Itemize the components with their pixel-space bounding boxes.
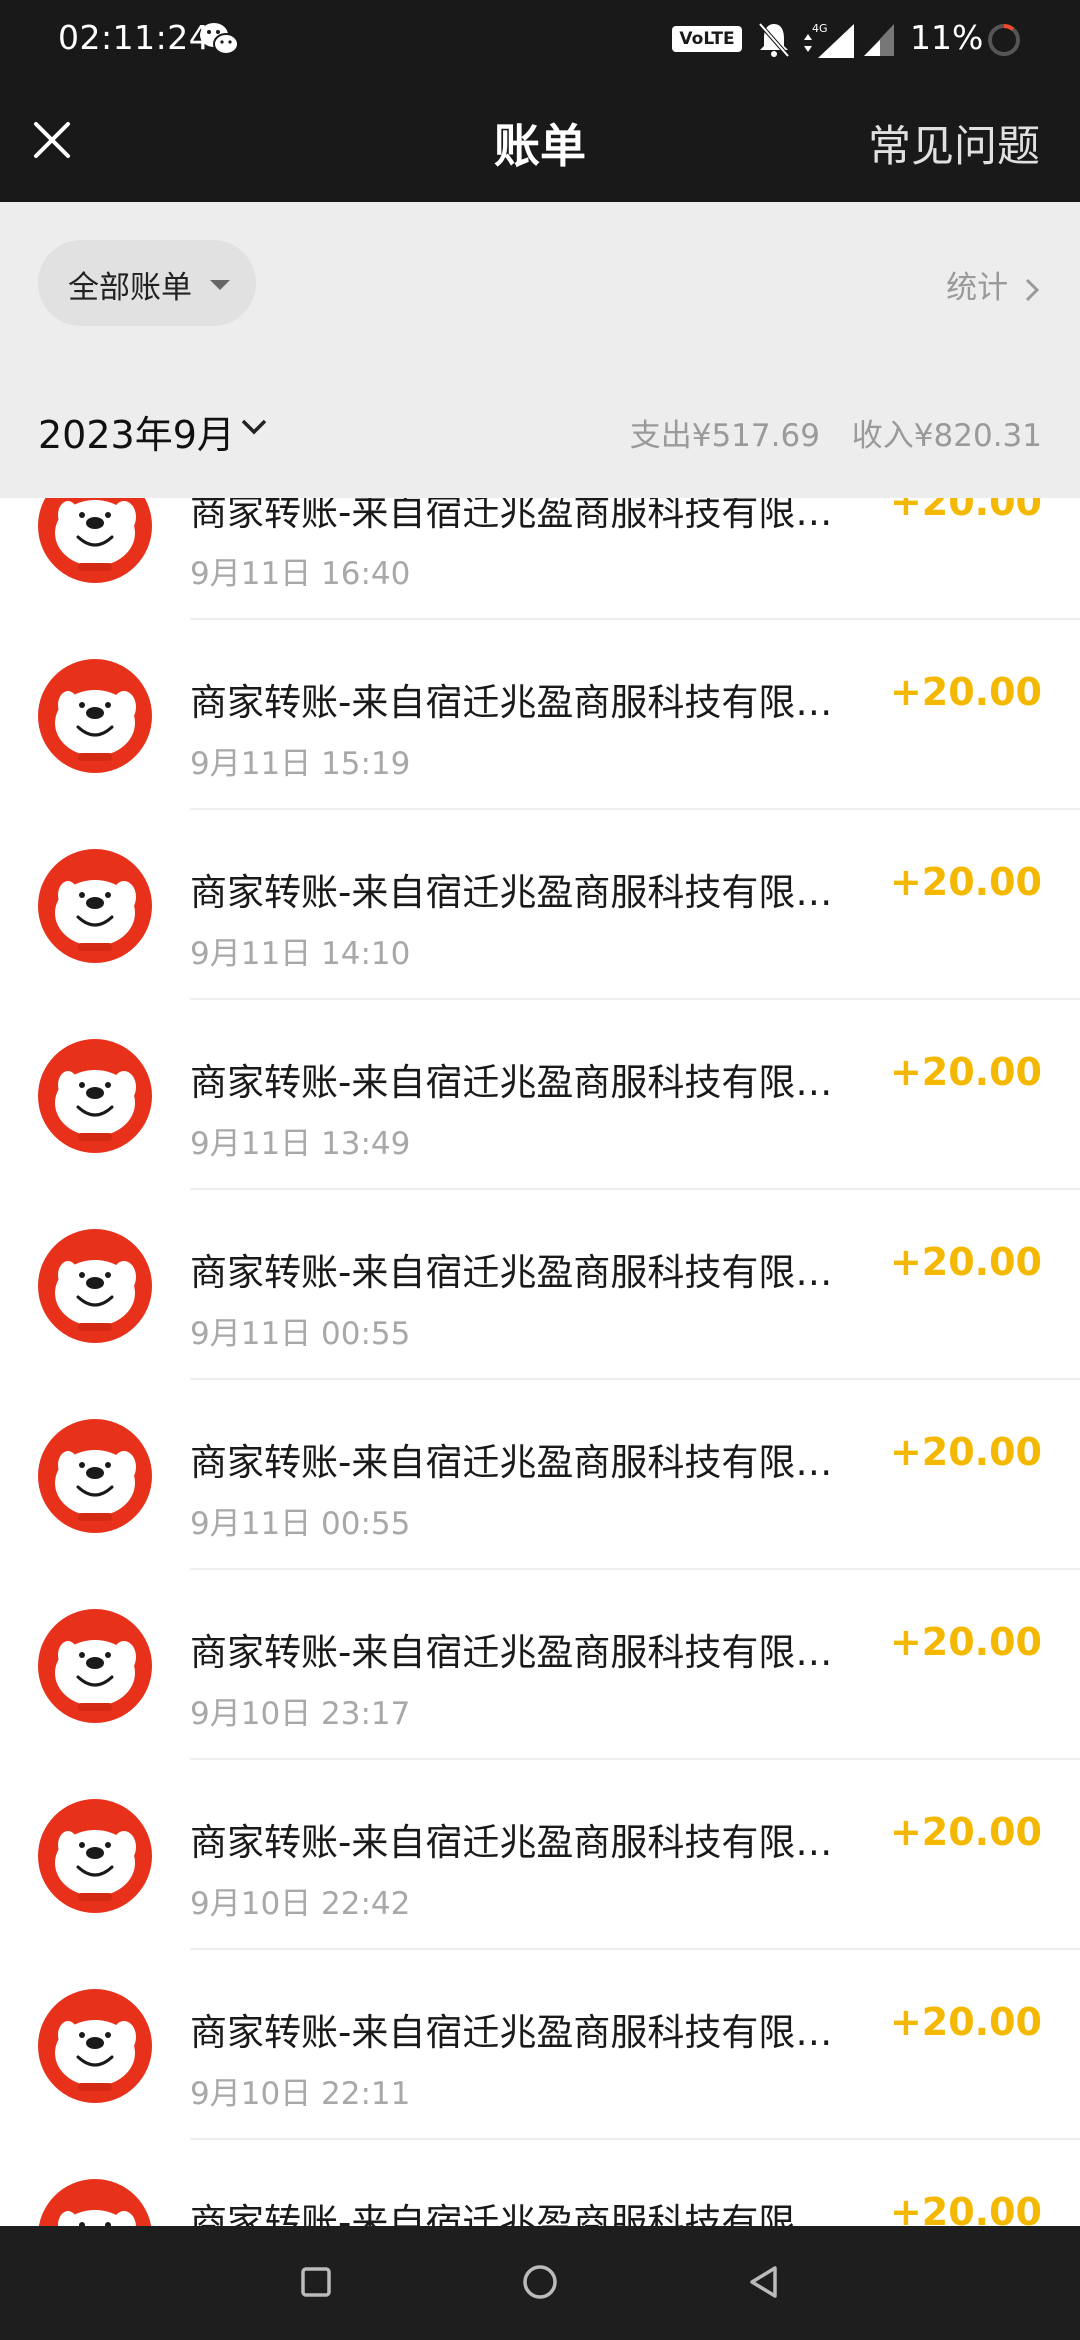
month-picker[interactable]: 2023年9月 (38, 404, 235, 459)
status-time: 02:11:24 (58, 18, 211, 57)
merchant-avatar-icon (38, 1989, 152, 2103)
transaction-row[interactable]: 商家转账-来自宿迁兆盈商服科技有限公司 9月11日 00:55 +20.00 (0, 1380, 1080, 1570)
transaction-row[interactable]: 商家转账-来自宿迁兆盈商服科技有限公司 9月11日 15:19 +20.00 (0, 620, 1080, 810)
signal-icon (864, 24, 894, 56)
header: 账单 常见问题 (0, 80, 1080, 202)
chevron-right-icon (1025, 278, 1040, 301)
merchant-avatar-icon (38, 849, 152, 963)
battery-percent: 11% (910, 18, 984, 57)
transaction-amount: +20.00 (889, 1430, 1042, 1474)
status-bar: 02:11:24 VoLTE 1 4G 11% (0, 0, 1080, 80)
faq-link[interactable]: 常见问题 (868, 112, 1040, 174)
volte-badge: VoLTE 1 (672, 26, 742, 75)
transaction-time: 9月11日 16:40 (190, 556, 411, 592)
transaction-time: 9月10日 23:17 (190, 1696, 411, 1732)
transaction-row[interactable]: 商家转账-来自宿迁兆盈商服科技有限公司 9月10日 22:42 +20.00 (0, 1760, 1080, 1950)
signal-4g-icon: 4G (804, 22, 854, 58)
merchant-avatar-icon (38, 2179, 152, 2226)
transaction-amount: +20.00 (889, 1810, 1042, 1854)
transaction-amount: +20.00 (889, 498, 1042, 524)
transaction-time: 9月11日 14:10 (190, 936, 411, 972)
filter-bar: 全部账单 统计 (0, 202, 1080, 364)
merchant-avatar-icon (38, 1419, 152, 1533)
bill-type-label: 全部账单 (68, 270, 192, 306)
transaction-title: 商家转账-来自宿迁兆盈商服科技有限公司 (190, 1441, 858, 1484)
transaction-title: 商家转账-来自宿迁兆盈商服科技有限公司 (190, 2011, 858, 2054)
transaction-amount: +20.00 (889, 1240, 1042, 1284)
transaction-amount: +20.00 (889, 860, 1042, 904)
income-total: 收入¥820.31 (851, 418, 1042, 454)
transaction-amount: +20.00 (889, 1050, 1042, 1094)
expense-total: 支出¥517.69 (629, 418, 820, 454)
merchant-avatar-icon (38, 1039, 152, 1153)
transaction-title: 商家转账-来自宿迁兆盈商服科技有限公司 (190, 681, 858, 724)
merchant-avatar-icon (38, 1799, 152, 1913)
transaction-amount: +20.00 (889, 1620, 1042, 1664)
network-label: 4G (812, 22, 828, 35)
back-triangle-icon[interactable] (738, 2256, 790, 2308)
transaction-list[interactable]: 商家转账-来自宿迁兆盈商服科技有限公司 9月11日 16:40 +20.00 商家转账… (0, 498, 1080, 2226)
transaction-time: 9月10日 22:11 (190, 2076, 411, 2112)
transaction-time: 9月11日 13:49 (190, 1126, 411, 1162)
merchant-avatar-icon (38, 498, 152, 583)
transaction-time: 9月11日 00:55 (190, 1506, 411, 1542)
transaction-row[interactable]: 商家转账-来自宿迁兆盈商服科技有限公司 9月11日 16:40 +20.00 (0, 498, 1080, 620)
merchant-avatar-icon (38, 659, 152, 773)
transaction-time: 9月10日 22:42 (190, 1886, 411, 1922)
transaction-row[interactable]: 商家转账-来自宿迁兆盈商服科技有限公司 +20.00 (0, 2140, 1080, 2226)
home-circle-icon[interactable] (514, 2256, 566, 2308)
transaction-row[interactable]: 商家转账-来自宿迁兆盈商服科技有限公司 9月11日 13:49 +20.00 (0, 1000, 1080, 1190)
transaction-title: 商家转账-来自宿迁兆盈商服科技有限公司 (190, 871, 858, 914)
transaction-amount: +20.00 (889, 670, 1042, 714)
transaction-time: 9月11日 15:19 (190, 746, 411, 782)
transaction-title: 商家转账-来自宿迁兆盈商服科技有限公司 (190, 498, 858, 534)
stats-link[interactable]: 统计 (946, 262, 1040, 307)
stats-label: 统计 (946, 270, 1009, 306)
transaction-row[interactable]: 商家转账-来自宿迁兆盈商服科技有限公司 9月11日 14:10 +20.00 (0, 810, 1080, 1000)
transaction-title: 商家转账-来自宿迁兆盈商服科技有限公司 (190, 1251, 858, 1294)
merchant-avatar-icon (38, 1609, 152, 1723)
transaction-row[interactable]: 商家转账-来自宿迁兆盈商服科技有限公司 9月10日 23:17 +20.00 (0, 1570, 1080, 1760)
transaction-amount: +20.00 (889, 2190, 1042, 2226)
transaction-row[interactable]: 商家转账-来自宿迁兆盈商服科技有限公司 9月10日 22:11 +20.00 (0, 1950, 1080, 2140)
transaction-title: 商家转账-来自宿迁兆盈商服科技有限公司 (190, 1631, 858, 1674)
chevron-down-icon[interactable] (240, 418, 268, 436)
transaction-time: 9月11日 00:55 (190, 1316, 411, 1352)
transaction-title: 商家转账-来自宿迁兆盈商服科技有限公司 (190, 1821, 858, 1864)
month-bar: 2023年9月 支出¥517.69 收入¥820.31 (0, 364, 1080, 498)
recents-square-icon[interactable] (290, 2256, 342, 2308)
bill-type-filter[interactable]: 全部账单 (38, 240, 256, 326)
system-navigation-bar (0, 2226, 1080, 2340)
battery-ring-icon (988, 24, 1020, 56)
transaction-title: 商家转账-来自宿迁兆盈商服科技有限公司 (190, 1061, 858, 1104)
transaction-row[interactable]: 商家转账-来自宿迁兆盈商服科技有限公司 9月11日 00:55 +20.00 (0, 1190, 1080, 1380)
transaction-title: 商家转账-来自宿迁兆盈商服科技有限公司 (190, 2201, 858, 2226)
transaction-amount: +20.00 (889, 2000, 1042, 2044)
merchant-avatar-icon (38, 1229, 152, 1343)
caret-down-icon (210, 280, 230, 290)
mute-bell-icon (758, 22, 790, 58)
month-summary: 支出¥517.69 收入¥820.31 (630, 410, 1042, 455)
wechat-icon (200, 23, 239, 55)
